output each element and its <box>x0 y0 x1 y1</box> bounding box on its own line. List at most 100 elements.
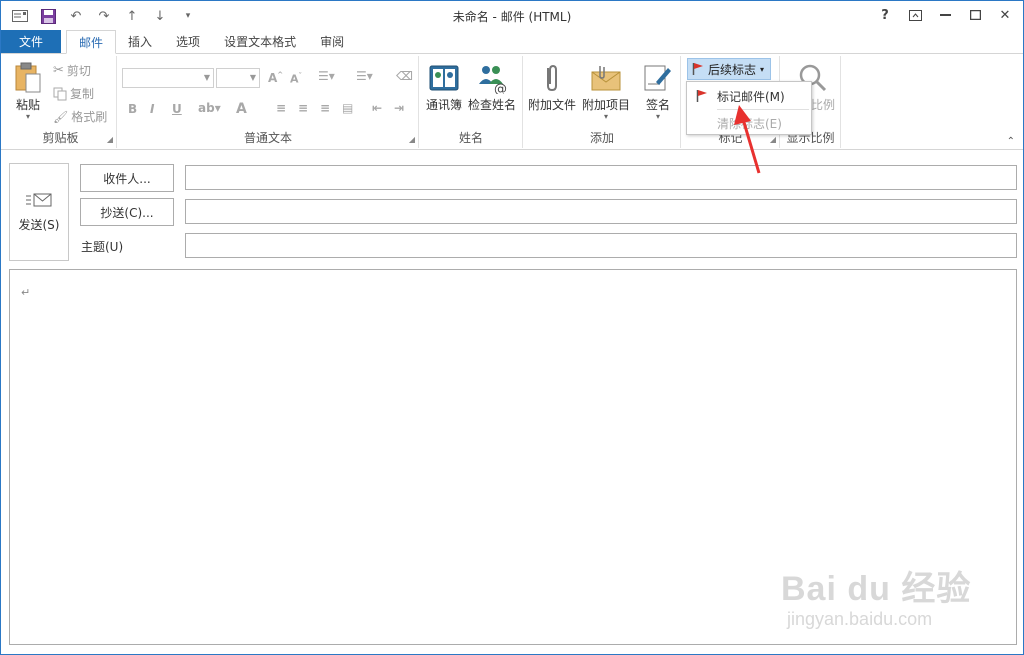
address-book-button[interactable]: 通讯簿 <box>426 62 462 113</box>
signature-dropdown-icon: ▾ <box>655 112 660 121</box>
cut-button[interactable]: ✂ 剪切 <box>53 62 91 79</box>
paste-dropdown-icon: ▾ <box>25 112 30 121</box>
subject-field[interactable] <box>185 233 1017 258</box>
align-left-icon[interactable]: ≡ <box>276 101 286 115</box>
watermark-main-text: Bai du 经验 <box>781 570 972 608</box>
font-size-box[interactable]: ▼ <box>216 68 260 88</box>
align-center-icon[interactable]: ≡ <box>298 101 308 115</box>
cc-button[interactable]: 抄送(C)... <box>80 198 174 226</box>
check-names-icon: @ <box>479 66 507 94</box>
clear-flag-label: 清除标志(E) <box>717 116 782 131</box>
outlook-compose-window: ↶ ↷ ↑ ↓ ▾ 未命名 - 邮件 (HTML) ? ✕ 文件 邮件 插入 选… <box>0 0 1024 655</box>
tab-insert[interactable]: 插入 <box>116 30 164 53</box>
to-button[interactable]: 收件人... <box>80 164 174 192</box>
follow-up-button[interactable]: 后续标志 ▾ <box>687 58 771 80</box>
subject-label: 主题(U) <box>81 240 124 254</box>
menu-item-clear-flag: 清除标志(E) <box>687 111 811 135</box>
signature-icon <box>644 65 671 91</box>
address-book-label: 通讯簿 <box>426 98 463 112</box>
chevron-down-icon: ▼ <box>249 73 256 82</box>
tab-message[interactable]: 邮件 <box>66 30 117 54</box>
decrease-indent-icon[interactable]: ⇤ <box>372 101 382 115</box>
collapse-ribbon-icon[interactable]: ⌃ <box>1007 136 1015 147</box>
clipboard-group: 粘贴 ▾ ✂ 剪切 复制 🖌 格式刷 剪贴板 ◢ <box>5 56 117 148</box>
increase-indent-icon[interactable]: ⇥ <box>394 101 404 115</box>
attach-item-label: 附加项目 <box>582 98 631 112</box>
align-right-icon[interactable]: ≡ <box>320 101 330 115</box>
italic-button[interactable]: I <box>150 102 154 116</box>
maximize-icon[interactable] <box>961 4 989 26</box>
signature-button[interactable]: 签名 ▾ <box>642 62 674 121</box>
format-painter-icon: 🖌 <box>53 109 69 124</box>
font-color-button[interactable]: A <box>236 101 247 117</box>
menu-divider <box>717 109 809 110</box>
send-mail-icon <box>26 193 52 206</box>
clipboard-group-label: 剪贴板 <box>42 131 79 145</box>
ribbon-display-icon[interactable] <box>901 4 929 26</box>
check-names-button[interactable]: @ 检查姓名 <box>468 62 516 113</box>
numbering-icon[interactable]: ☰▾ <box>356 69 373 83</box>
envelope-attach-icon <box>591 66 621 91</box>
basic-text-group-label: 普通文本 <box>243 131 292 145</box>
basic-text-group: ▼ ▼ A^ Aˇ ☰▾ ☰▾ ⌫ B I U ab▾ A ≡ ≡ ≡ ▤ ⇤ … <box>118 56 419 148</box>
window-title: 未命名 - 邮件 (HTML) <box>452 10 572 24</box>
justify-icon[interactable]: ▤ <box>342 101 353 115</box>
help-icon[interactable]: ? <box>871 4 899 26</box>
to-field[interactable] <box>185 165 1017 190</box>
paragraph-mark: ↵ <box>21 286 31 299</box>
chevron-down-icon: ▾ <box>760 64 765 74</box>
format-painter-label: 格式刷 <box>71 110 108 124</box>
paperclip-icon <box>547 64 557 92</box>
bullets-icon[interactable]: ☰▾ <box>318 69 335 83</box>
tags-launcher-icon[interactable]: ◢ <box>770 135 776 144</box>
title-bar: ↶ ↷ ↑ ↓ ▾ 未命名 - 邮件 (HTML) ? ✕ <box>1 1 1023 31</box>
follow-up-label: 后续标志 <box>708 62 757 77</box>
attach-file-label: 附加文件 <box>528 98 577 112</box>
scissors-icon: ✂ <box>53 63 64 78</box>
send-button[interactable]: 发送(S) <box>9 163 69 261</box>
format-painter-button[interactable]: 🖌 格式刷 <box>53 108 107 125</box>
shrink-font-icon[interactable]: Aˇ <box>290 72 302 86</box>
chevron-down-icon: ▼ <box>203 73 210 82</box>
cc-field[interactable] <box>185 199 1017 224</box>
watermark-sub-text: jingyan.baidu.com <box>787 609 933 629</box>
names-group: 通讯簿 @ 检查姓名 姓名 <box>420 56 523 148</box>
address-book-icon <box>429 65 459 91</box>
bold-button[interactable]: B <box>128 102 137 116</box>
cut-label: 剪切 <box>66 64 91 78</box>
ribbon: 粘贴 ▾ ✂ 剪切 复制 🖌 格式刷 剪贴板 ◢ ▼ ▼ A^ Aˇ ☰▾ ☰▾… <box>1 54 1023 150</box>
paste-label: 粘贴 <box>15 98 40 112</box>
tab-format-text[interactable]: 设置文本格式 <box>212 30 308 53</box>
names-group-label: 姓名 <box>458 131 483 145</box>
baidu-watermark: Bai du 经验 jingyan.baidu.com <box>781 561 981 641</box>
font-name-box[interactable]: ▼ <box>122 68 214 88</box>
attach-item-button[interactable]: 附加项目 ▾ <box>582 62 630 121</box>
svg-text:@: @ <box>494 82 507 94</box>
window-controls: ? ✕ <box>871 4 1019 26</box>
attach-file-button[interactable]: 附加文件 <box>528 62 576 113</box>
ribbon-tabs: 文件 邮件 插入 选项 设置文本格式 审阅 <box>1 30 1023 54</box>
menu-item-flag-message[interactable]: 标记邮件(M) <box>687 84 811 108</box>
paste-button[interactable]: 粘贴 ▾ <box>9 62 47 121</box>
clear-format-icon[interactable]: ⌫ <box>396 69 413 83</box>
follow-up-menu: 标记邮件(M) 清除标志(E) <box>686 81 812 135</box>
tab-review[interactable]: 审阅 <box>308 30 356 53</box>
tab-file[interactable]: 文件 <box>1 30 62 53</box>
flag-message-label: 标记邮件(M) <box>717 89 785 104</box>
tab-options[interactable]: 选项 <box>164 30 212 53</box>
close-icon[interactable]: ✕ <box>991 4 1019 26</box>
copy-icon <box>53 87 67 100</box>
copy-label: 复制 <box>70 87 95 101</box>
zoom-label: 比例 <box>811 98 836 112</box>
include-group-label: 添加 <box>589 131 614 145</box>
include-group: 附加文件 附加项目 ▾ 签名 ▾ 添加 <box>524 56 681 148</box>
send-label: 发送(S) <box>18 217 60 232</box>
highlight-icon[interactable]: ab▾ <box>198 101 221 115</box>
copy-button[interactable]: 复制 <box>53 85 94 102</box>
grow-font-icon[interactable]: A^ <box>268 71 283 85</box>
clipboard-launcher-icon[interactable]: ◢ <box>107 135 113 144</box>
underline-button[interactable]: U <box>172 102 182 116</box>
red-flag-icon <box>687 89 717 103</box>
minimize-icon[interactable] <box>931 4 959 26</box>
basic-text-launcher-icon[interactable]: ◢ <box>409 135 415 144</box>
